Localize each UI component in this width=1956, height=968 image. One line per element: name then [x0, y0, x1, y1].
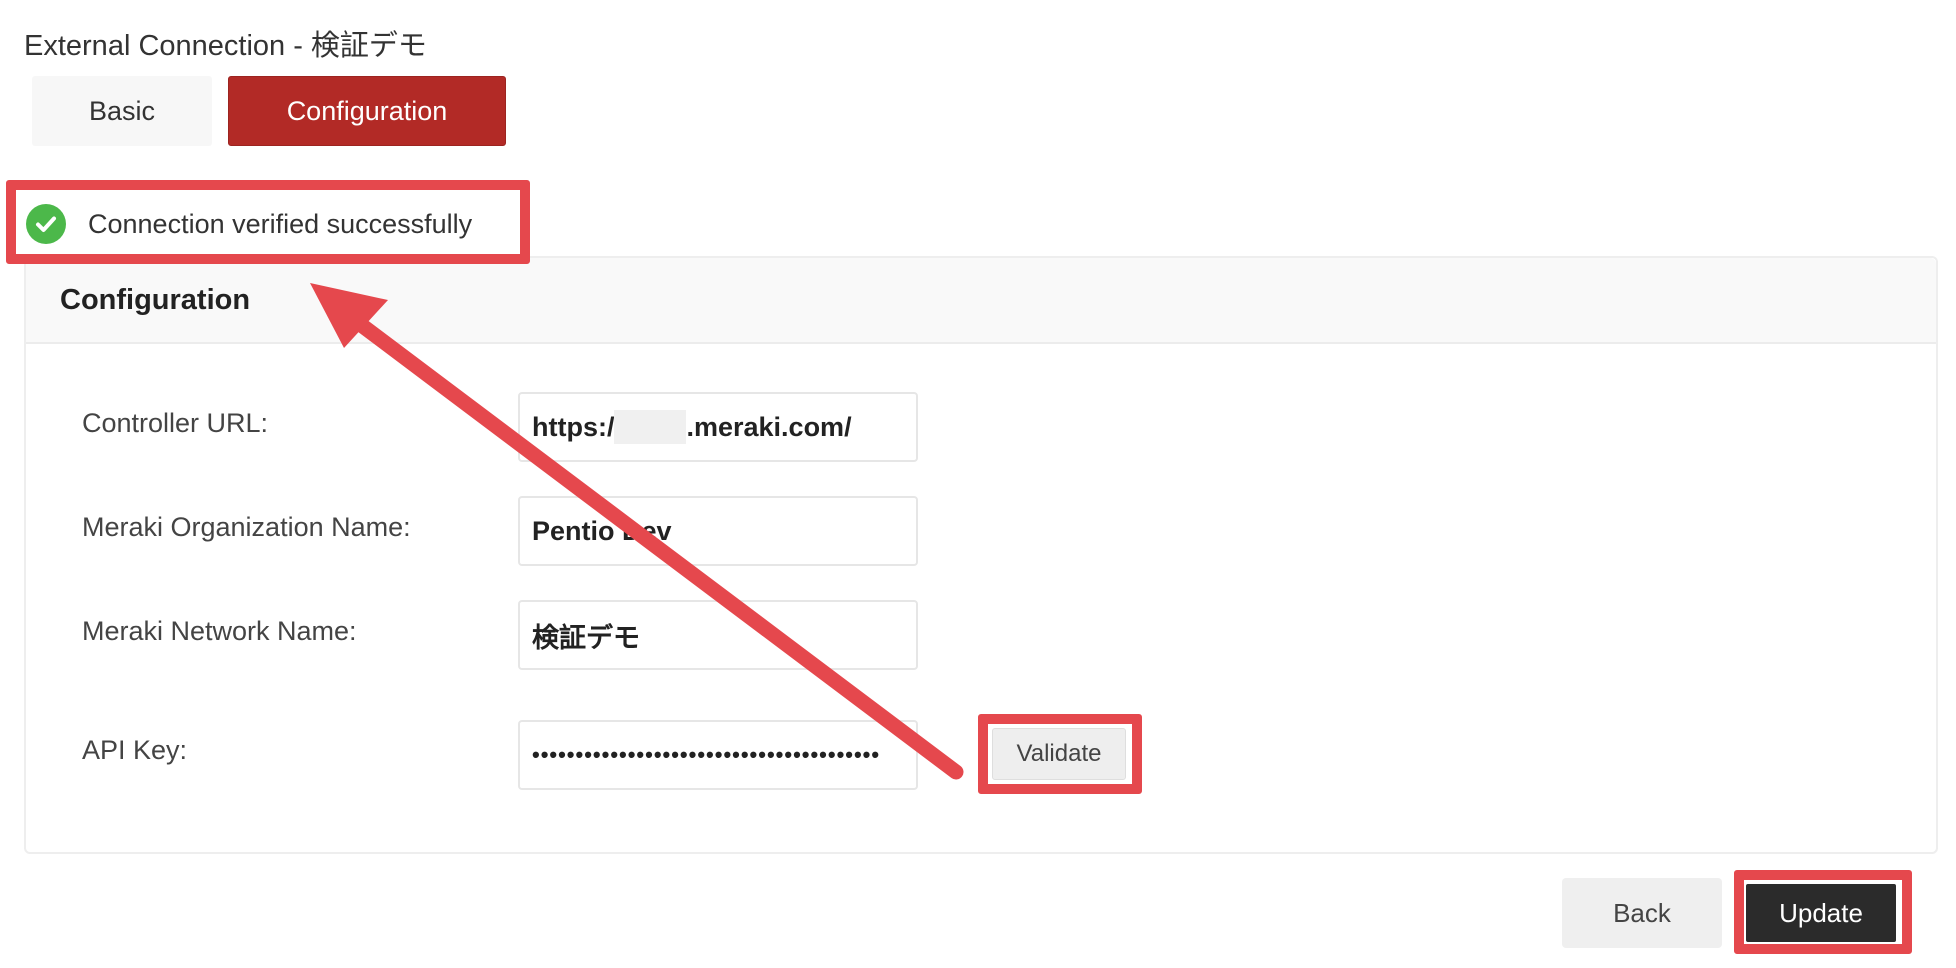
organization-name-label: Meraki Organization Name: — [82, 512, 411, 542]
organization-name-input[interactable]: Pentio Dev — [518, 496, 918, 566]
update-highlight-box — [1734, 870, 1912, 954]
redacted-segment — [614, 410, 687, 444]
network-name-input[interactable]: 検証デモ — [518, 600, 918, 670]
network-name-label: Meraki Network Name: — [82, 616, 357, 646]
controller-url-label: Controller URL: — [82, 408, 269, 438]
api-key-input[interactable]: •••••••••••••••••••••••••••••••••••••••• — [518, 720, 918, 790]
back-button[interactable]: Back — [1562, 878, 1722, 948]
controller-url-input[interactable]: https:/ .meraki.com/ — [518, 392, 918, 462]
controller-url-suffix: .meraki.com/ — [686, 411, 852, 442]
api-key-label: API Key: — [82, 735, 188, 765]
controller-url-prefix: https:/ — [532, 411, 615, 442]
panel-title: Configuration — [26, 258, 1936, 344]
page-title: External Connection - 検証デモ — [24, 30, 427, 62]
validate-highlight-box — [978, 714, 1142, 794]
tab-basic[interactable]: Basic — [32, 76, 212, 146]
status-highlight-box — [6, 180, 530, 264]
tab-configuration[interactable]: Configuration — [228, 76, 506, 146]
